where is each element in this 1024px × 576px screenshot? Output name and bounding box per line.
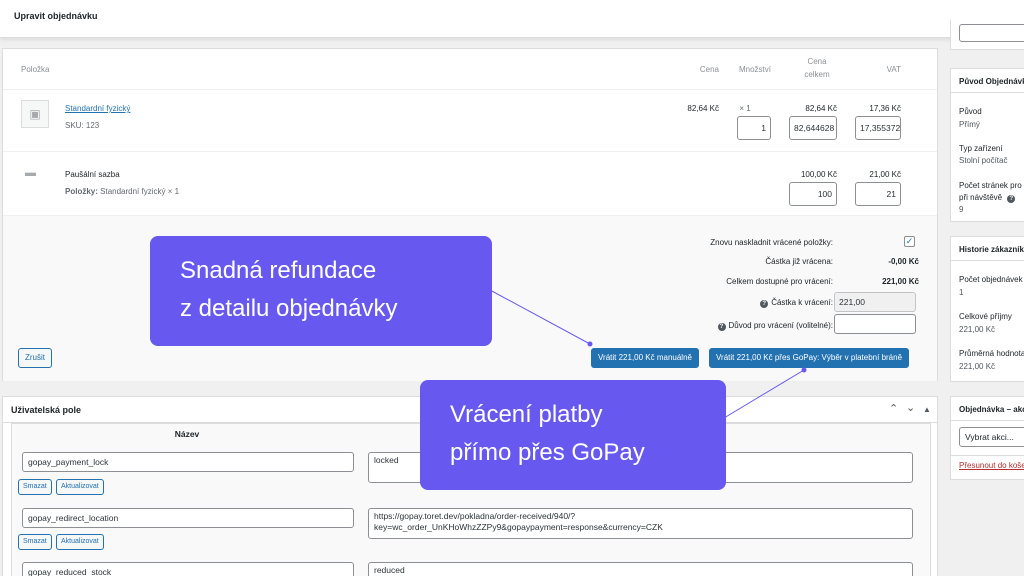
page-title: Upravit objednávku bbox=[14, 11, 98, 21]
divider bbox=[3, 89, 937, 90]
refund-total-input[interactable]: 82,644628 bbox=[789, 116, 837, 140]
available-label: Celkem dostupné pro vrácení: bbox=[726, 277, 833, 286]
shipping-items: Položky: Standardní fyzický × 1 bbox=[65, 187, 179, 196]
average-label: Průměrná hodnota bbox=[959, 349, 1024, 358]
order-actions-title: Objednávka – akce bbox=[951, 397, 1024, 421]
pages-value: 9 bbox=[959, 205, 964, 214]
toggle-panel-icon[interactable]: ▲ bbox=[923, 405, 931, 414]
order-actions-box: Objednávka – akce Vybrat akci... Přesuno… bbox=[950, 396, 1024, 480]
callout-line: Vrácení platby bbox=[450, 401, 603, 428]
col-price-header: Cena bbox=[699, 65, 719, 74]
update-meta-button[interactable]: Aktualizovat bbox=[56, 534, 104, 550]
shipping-items-value: Standardní fyzický × 1 bbox=[100, 187, 180, 196]
device-value: Stolní počítač bbox=[959, 156, 1008, 165]
order-origin-box: Původ Objednávky Původ Přímý Typ zařízen… bbox=[950, 68, 1024, 222]
meta-value-line: https://gopay.toret.dev/pokladna/order-r… bbox=[374, 511, 576, 521]
order-origin-title: Původ Objednávky bbox=[951, 69, 1024, 93]
refund-vat-input[interactable]: 17,355372 bbox=[855, 116, 901, 140]
name-column-header: Název bbox=[174, 429, 200, 439]
average-value: 221,00 Kč bbox=[959, 362, 996, 371]
cancel-button[interactable]: Zrušit bbox=[18, 348, 52, 368]
revenue-label: Celkové příjmy bbox=[959, 312, 1012, 321]
origin-label: Původ bbox=[959, 107, 982, 116]
pages-label-2: při návštěvě bbox=[959, 193, 1003, 202]
meta-key-input[interactable]: gopay_payment_lock bbox=[22, 452, 354, 472]
col-vat-header: VAT bbox=[886, 65, 901, 74]
chevron-down-icon[interactable]: ⌄ bbox=[906, 401, 915, 414]
refund-callout: Snadná refundace z detailu objednávky bbox=[150, 236, 492, 346]
help-icon[interactable]: ? bbox=[717, 323, 726, 331]
truck-icon: ▬ bbox=[25, 167, 36, 179]
product-image-placeholder-icon: ▣ bbox=[21, 100, 49, 128]
pages-label-row: při návštěvě ? bbox=[959, 193, 1018, 203]
meta-key-input[interactable]: gopay_reduced_stock bbox=[22, 562, 354, 576]
product-link[interactable]: Standardní fyzický bbox=[65, 104, 130, 113]
divider bbox=[3, 151, 937, 152]
move-to-trash-link[interactable]: Přesunout do koše bbox=[959, 461, 1024, 470]
sku-label: SKU: bbox=[65, 121, 84, 130]
callout-line: z detailu objednávky bbox=[180, 295, 398, 322]
update-meta-button[interactable]: Aktualizovat bbox=[56, 479, 104, 495]
customer-history-title: Historie zákazníka bbox=[951, 237, 1024, 261]
already-refunded-value: -0,00 Kč bbox=[888, 257, 919, 266]
meta-key-input[interactable]: gopay_redirect_location bbox=[22, 508, 354, 528]
refund-amount-label: Částka k vrácení: bbox=[771, 298, 833, 307]
shipping-refund-vat-input[interactable]: 21 bbox=[855, 182, 901, 206]
shipping-items-label: Položky: bbox=[65, 187, 98, 196]
col-item-header: Položka bbox=[21, 65, 50, 74]
gopay-refund-button[interactable]: Vrátit 221,00 Kč přes GoPay: Výběr v pla… bbox=[709, 348, 910, 368]
refund-amount-input[interactable]: 221,00 bbox=[834, 292, 916, 312]
origin-value: Přímý bbox=[959, 120, 980, 129]
device-label: Typ zařízení bbox=[959, 144, 1003, 153]
pages-label-1: Počet stránek pro bbox=[959, 181, 1022, 190]
already-refunded-label: Částka již vrácena: bbox=[765, 257, 833, 266]
callout-line: Snadná refundace bbox=[180, 257, 377, 284]
order-action-select[interactable]: Vybrat akci... bbox=[959, 427, 1024, 447]
product-sku: SKU: 123 bbox=[65, 121, 99, 130]
product-price: 82,64 Kč bbox=[687, 104, 719, 113]
manual-refund-button[interactable]: Vrátit 221,00 Kč manuálně bbox=[591, 348, 699, 368]
customer-history-box: Historie zákazníka Počet objednávek 1 Ce… bbox=[950, 236, 1024, 382]
shipping-vat: 21,00 Kč bbox=[869, 170, 901, 179]
product-vat: 17,36 Kč bbox=[869, 104, 901, 113]
sku-value: 123 bbox=[85, 121, 100, 130]
orders-count-label: Počet objednávek bbox=[959, 275, 1023, 284]
meta-value-line: key=wc_order_UnKHoWhzZZPy9&gopaypayment=… bbox=[374, 522, 663, 532]
product-qty: × 1 bbox=[739, 104, 751, 113]
delete-meta-button[interactable]: Smazat bbox=[18, 534, 52, 550]
restock-checkbox[interactable]: ✓ bbox=[904, 236, 915, 247]
shipping-refund-total-input[interactable]: 100 bbox=[789, 182, 837, 206]
chevron-up-icon[interactable]: ⌃ bbox=[889, 402, 898, 415]
custom-fields-title: Uživatelská pole bbox=[11, 405, 82, 415]
col-qty-header: Množství bbox=[738, 65, 771, 74]
refund-reason-row: ? Důvod pro vrácení (volitelné): bbox=[563, 321, 833, 331]
refund-reason-label: Důvod pro vrácení (volitelné): bbox=[728, 321, 834, 330]
delete-meta-button[interactable]: Smazat bbox=[18, 479, 52, 495]
revenue-value: 221,00 Kč bbox=[959, 325, 996, 334]
help-icon[interactable]: ? bbox=[760, 300, 769, 308]
top-bar: Upravit objednávku bbox=[0, 0, 1024, 38]
meta-value-textarea[interactable]: https://gopay.toret.dev/pokladna/order-r… bbox=[368, 508, 913, 539]
refund-reason-input[interactable] bbox=[834, 314, 916, 334]
shipping-name: Paušální sazba bbox=[65, 170, 120, 179]
orders-count-value: 1 bbox=[959, 288, 964, 297]
refund-qty-input[interactable]: 1 bbox=[737, 116, 771, 140]
product-total: 82,64 Kč bbox=[805, 104, 837, 113]
shipping-total: 100,00 Kč bbox=[800, 170, 837, 179]
available-value: 221,00 Kč bbox=[882, 277, 919, 286]
col-total-header-line1: Cena bbox=[807, 57, 827, 66]
meta-value-textarea[interactable]: reduced bbox=[368, 562, 913, 576]
sidebar-field[interactable] bbox=[959, 24, 1024, 42]
callout-line: přímo přes GoPay bbox=[450, 439, 645, 466]
sidebar-top-box bbox=[950, 20, 1024, 50]
refund-amount-row: ? Částka k vrácení: bbox=[563, 298, 833, 308]
restock-label: Znovu naskladnit vrácené položky: bbox=[710, 238, 833, 247]
help-icon[interactable]: ? bbox=[1007, 195, 1016, 203]
col-total-header-line2: celkem bbox=[804, 70, 830, 79]
gopay-callout: Vrácení platby přímo přes GoPay bbox=[420, 380, 726, 490]
divider bbox=[951, 455, 1024, 456]
